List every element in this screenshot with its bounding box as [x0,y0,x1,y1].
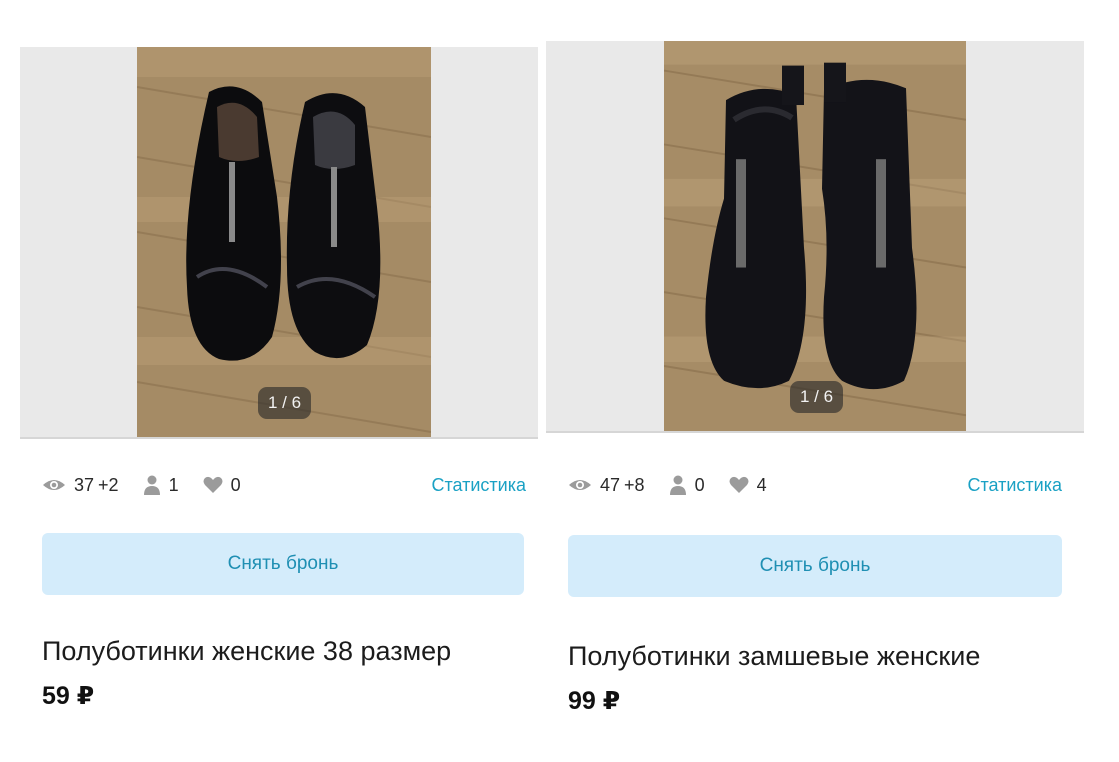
cancel-reservation-button[interactable]: Снять бронь [42,533,524,595]
statistics-link[interactable]: Статистика [431,475,526,496]
contacts-stat: 0 [669,475,705,496]
contacts-stat: 1 [143,475,179,496]
listing-price: 99 ₽ [568,687,621,715]
listing-stats: 37 +2 1 0 Статистика [42,473,526,497]
listing-price: 59 ₽ [42,682,95,710]
heart-icon [203,476,223,493]
listing-title[interactable]: Полуботинки женские 38 размер [42,636,451,667]
favorites-stat: 4 [729,475,767,496]
heart-icon [729,476,749,493]
statistics-link[interactable]: Статистика [967,475,1062,496]
listing-photo[interactable] [664,41,966,433]
views-stat: 37 +2 [42,475,119,496]
views-new-count: +2 [98,474,119,495]
contacts-count: 0 [694,474,705,495]
listing-card-1[interactable]: 1 / 6 37 +2 1 0 Статистика Снять бронь П… [20,0,540,762]
listing-photo-area[interactable]: 1 / 6 [546,41,1084,433]
views-count: 37 [74,474,95,495]
listing-photo-area[interactable]: 1 / 6 [20,47,538,439]
photo-counter: 1 / 6 [790,381,844,413]
person-icon [143,475,160,495]
eye-icon [43,480,65,490]
divider [20,437,538,439]
person-icon [669,475,686,495]
listing-title[interactable]: Полуботинки замшевые женские [568,641,980,672]
listing-card-2[interactable]: 1 / 6 47 +8 0 4 Статистика Снять бронь П… [546,0,1086,762]
favorites-count: 0 [230,474,241,495]
contacts-count: 1 [168,474,179,495]
divider [546,431,1084,433]
favorites-stat: 0 [203,475,241,496]
photo-counter: 1 / 6 [258,387,312,419]
eye-icon [569,480,591,490]
cancel-reservation-button[interactable]: Снять бронь [568,535,1062,597]
views-count: 47 [600,474,621,495]
favorites-count: 4 [756,474,767,495]
listing-photo[interactable] [137,47,431,439]
listing-stats: 47 +8 0 4 Статистика [568,473,1062,497]
views-stat: 47 +8 [568,475,645,496]
views-new-count: +8 [624,474,645,495]
